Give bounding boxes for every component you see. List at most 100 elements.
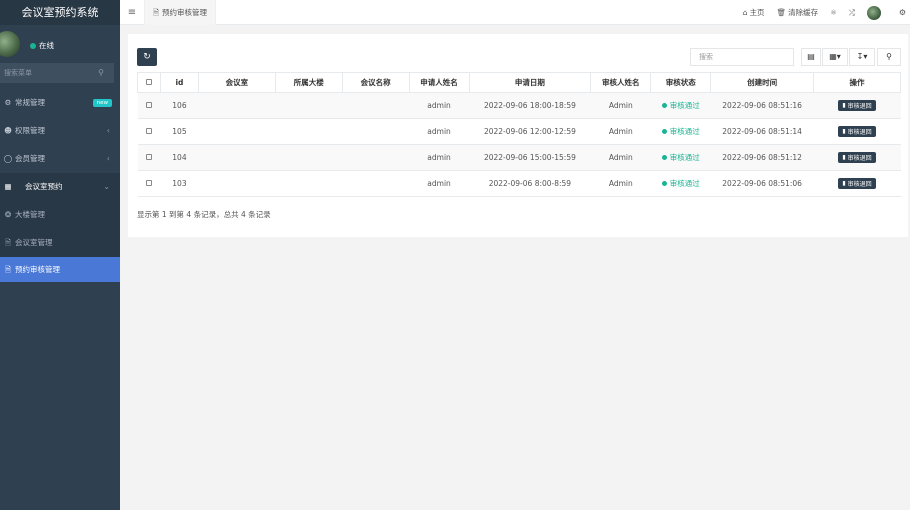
sidebar-menu: ⚙ 常规管理 new ☻ 权限管理 ‹ ◯ 会员管理 ‹ ▦ 会议室预约 ⌄ ❂…: [0, 89, 120, 282]
row-checkbox[interactable]: [145, 154, 152, 160]
sidebar-item-label: 常规管理: [15, 98, 45, 107]
search-icon[interactable]: ⚲: [98, 63, 104, 83]
cell-created: 2022-09-06 08:51:16: [710, 92, 814, 119]
topbar-actions: ⌂ 主页 🗑 清除缓存 ⚛ ⤮ ⚙: [743, 0, 910, 25]
cell-room: [198, 92, 276, 119]
row-checkbox-cell[interactable]: [137, 118, 161, 145]
circle-icon: ❂: [4, 210, 12, 219]
header-applicant[interactable]: 申请人姓名: [408, 72, 470, 93]
sidebar-item-members[interactable]: ◯ 会员管理 ‹: [0, 145, 120, 173]
user-icon: ◯: [3, 154, 13, 163]
user-avatar[interactable]: [0, 31, 20, 57]
list-icon: ▦: [4, 182, 12, 191]
header-building[interactable]: 所属大楼: [274, 72, 343, 93]
home-link[interactable]: ⌂ 主页: [743, 7, 765, 18]
row-checkbox[interactable]: [145, 102, 152, 108]
top-avatar[interactable]: [866, 5, 881, 20]
row-checkbox[interactable]: [145, 180, 152, 186]
columns-dropdown-button[interactable]: ▦▾: [822, 48, 848, 66]
file-icon: ▮: [842, 154, 846, 161]
sidebar-item-label: 会员管理: [15, 154, 45, 163]
file-icon: 🗎: [4, 265, 12, 274]
user-panel: 在线: [0, 25, 120, 63]
cell-apply-date: 2022-09-06 18:00-18:59: [469, 92, 591, 119]
header-apply-date[interactable]: 申请日期: [468, 72, 592, 93]
cell-id: 106: [160, 92, 199, 119]
cell-actions: ▮ 审核退回: [813, 144, 901, 171]
row-checkbox-cell[interactable]: [137, 92, 161, 119]
status-dot-icon: [661, 155, 667, 160]
status-dot-icon: [661, 103, 667, 108]
status-dot-icon: [661, 129, 667, 134]
tab-booking-review[interactable]: 🗎 预约审核管理: [144, 0, 217, 25]
search-toggle-button[interactable]: ⚲: [877, 48, 901, 66]
clear-cache-button[interactable]: 🗑 清除缓存: [777, 7, 819, 18]
status-label: 审核通过: [669, 127, 700, 136]
fullscreen-icon[interactable]: ⤮: [849, 8, 855, 18]
cell-building: [275, 118, 343, 145]
sidebar-subitem-buildings[interactable]: ❂ 大楼管理: [0, 201, 120, 229]
header-meeting-name[interactable]: 会议名称: [341, 72, 410, 93]
sidebar-search-input[interactable]: 搜索菜单 ⚲: [0, 63, 114, 83]
home-label: 主页: [749, 8, 765, 17]
row-checkbox[interactable]: [145, 128, 152, 134]
review-reject-button[interactable]: ▮ 审核退回: [838, 126, 876, 137]
content-panel: ↻ 搜索 ▤ ▦▾ ↧▾ ⚲ id 会议室 所属大楼 会议名称 申请人姓名 申请…: [128, 34, 908, 237]
header-created[interactable]: 创建时间: [710, 72, 815, 93]
cell-created: 2022-09-06 08:51:12: [710, 144, 814, 171]
table-view-icon: ▤: [807, 52, 815, 61]
cell-meeting-name: [342, 144, 410, 171]
cell-id: 103: [160, 170, 199, 197]
sidebar-item-label: 会议室预约: [25, 182, 63, 191]
cell-actions: ▮ 审核退回: [813, 118, 901, 145]
settings-gear-icon[interactable]: ⚙: [899, 8, 906, 17]
translate-icon[interactable]: ⚛: [830, 8, 837, 17]
sidebar-item-permissions[interactable]: ☻ 权限管理 ‹: [0, 117, 120, 145]
review-reject-label: 审核退回: [847, 129, 872, 136]
cell-applicant: admin: [409, 170, 469, 197]
review-reject-button[interactable]: ▮ 审核退回: [838, 152, 876, 163]
clear-cache-label: 清除缓存: [788, 8, 819, 17]
sidebar-subitem-booking-review[interactable]: 🗎 预约审核管理: [0, 257, 120, 282]
cell-created: 2022-09-06 08:51:14: [710, 118, 814, 145]
review-reject-button[interactable]: ▮ 审核退回: [838, 178, 876, 189]
refresh-button[interactable]: ↻: [137, 48, 157, 66]
cell-reviewer: Admin: [590, 92, 651, 119]
menu-toggle-icon[interactable]: ≡: [120, 7, 144, 18]
export-dropdown-button[interactable]: ↧▾: [849, 48, 875, 66]
status-dot-icon: [661, 181, 667, 186]
select-all-checkbox[interactable]: [145, 79, 152, 85]
cell-apply-date: 2022-09-06 15:00-15:59: [469, 144, 591, 171]
status-label: 审核通过: [669, 153, 700, 162]
sidebar-subitem-rooms[interactable]: 🗎 会议室管理: [0, 229, 120, 257]
status-badge: 审核通过: [661, 100, 700, 111]
export-icon: ↧▾: [856, 52, 868, 61]
row-checkbox-cell[interactable]: [137, 170, 161, 197]
header-id[interactable]: id: [159, 72, 199, 93]
header-room[interactable]: 会议室: [197, 72, 276, 93]
cell-meeting-name: [342, 92, 410, 119]
sidebar-submenu: ❂ 大楼管理 🗎 会议室管理 🗎 预约审核管理: [0, 201, 120, 282]
review-reject-button[interactable]: ▮ 审核退回: [838, 100, 876, 111]
cell-status: 审核通过: [650, 170, 711, 197]
cell-status: 审核通过: [650, 92, 711, 119]
sidebar-item-general[interactable]: ⚙ 常规管理 new: [0, 89, 120, 117]
table-row: 105 admin 2022-09-06 12:00-12:59 Admin 审…: [137, 118, 901, 145]
online-dot-icon: [30, 42, 36, 49]
header-reviewer[interactable]: 审核人姓名: [590, 72, 652, 93]
review-reject-label: 审核退回: [847, 155, 872, 162]
sidebar-item-meeting-booking[interactable]: ▦ 会议室预约 ⌄: [0, 173, 120, 201]
search-icon: ⚲: [886, 52, 892, 61]
status-badge: 审核通过: [661, 126, 700, 137]
table-search-input[interactable]: 搜索: [690, 48, 794, 66]
toggle-view-button[interactable]: ▤: [801, 48, 821, 66]
sidebar-search-placeholder: 搜索菜单: [4, 69, 32, 77]
header-status[interactable]: 审核状态: [650, 72, 712, 93]
status-badge: 审核通过: [661, 152, 700, 163]
columns-icon: ▦▾: [829, 52, 841, 61]
trash-icon: 🗑: [776, 8, 787, 17]
select-all-checkbox-cell[interactable]: [137, 72, 161, 93]
row-checkbox-cell[interactable]: [137, 144, 161, 171]
sidebar-subitem-label: 会议室管理: [15, 238, 53, 247]
cell-status: 审核通过: [650, 118, 711, 145]
